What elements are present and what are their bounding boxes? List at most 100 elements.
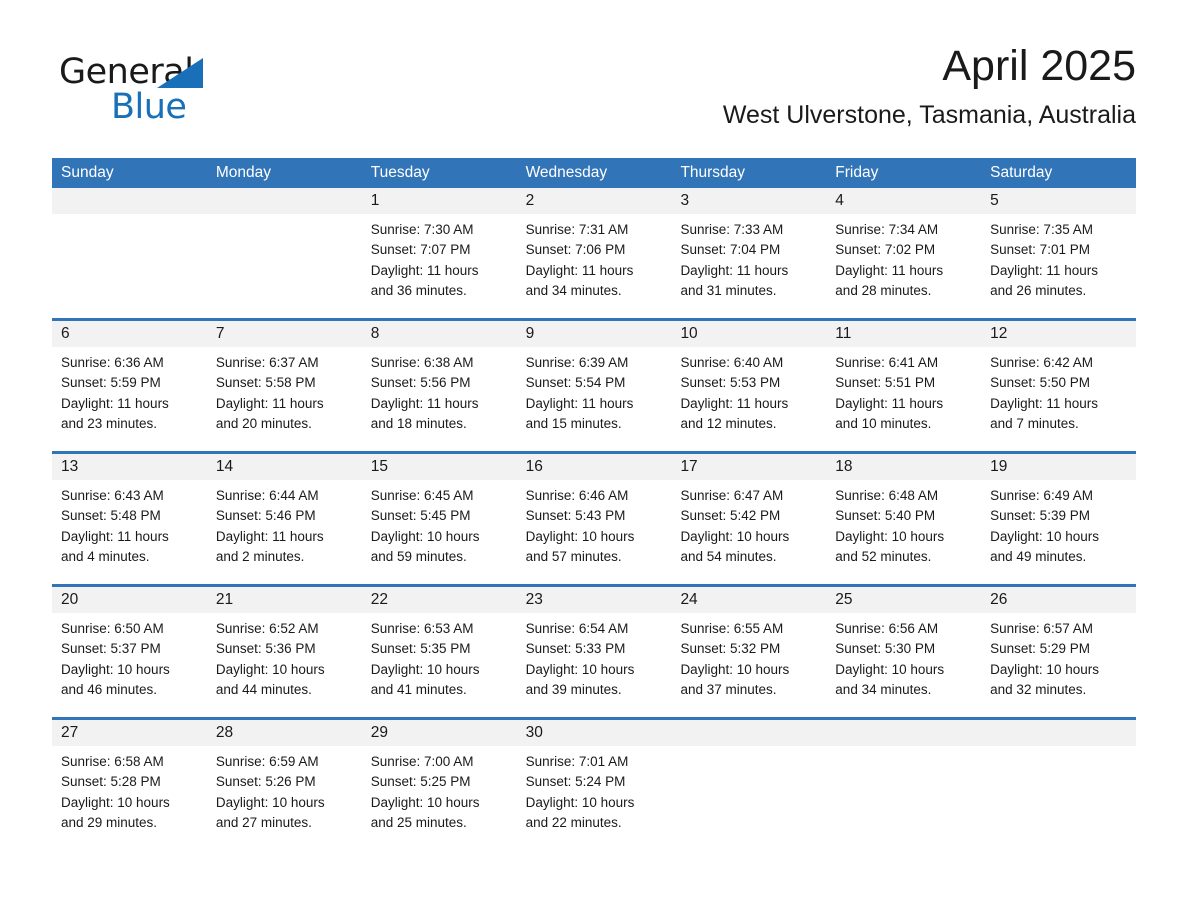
sunrise-text: Sunrise: 6:44 AM	[215, 488, 319, 503]
day-detail-band: Sunrise: 6:43 AM Sunset: 5:48 PM Dayligh…	[52, 480, 1136, 584]
sunrise-text: Sunrise: 6:45 AM	[370, 488, 474, 503]
day-cell[interactable]	[981, 746, 1136, 850]
daylight-text-line2: and 39 minutes.	[525, 682, 622, 698]
daylight-text-line1: Daylight: 11 hours	[835, 262, 944, 278]
day-cell[interactable]: Sunrise: 6:47 AM Sunset: 5:42 PM Dayligh…	[671, 480, 826, 584]
daylight-text-line2: and 54 minutes.	[680, 549, 777, 565]
day-cell[interactable]: Sunrise: 6:57 AM Sunset: 5:29 PM Dayligh…	[981, 613, 1136, 717]
day-cell[interactable]: Sunrise: 6:56 AM Sunset: 5:30 PM Dayligh…	[826, 613, 981, 717]
day-cell[interactable]: Sunrise: 6:42 AM Sunset: 5:50 PM Dayligh…	[981, 347, 1136, 451]
day-cell[interactable]	[207, 214, 362, 318]
daylight-text-line2: and 20 minutes.	[215, 416, 312, 432]
daylight-text-line2: and 57 minutes.	[525, 549, 622, 565]
sunrise-text: Sunrise: 6:57 AM	[990, 621, 1093, 636]
day-number: 21	[215, 591, 234, 608]
day-cell[interactable]: Sunrise: 6:44 AM Sunset: 5:46 PM Dayligh…	[207, 480, 362, 584]
day-cell[interactable]: Sunrise: 7:33 AM Sunset: 7:04 PM Dayligh…	[671, 214, 826, 318]
day-cell[interactable]: Sunrise: 6:37 AM Sunset: 5:58 PM Dayligh…	[207, 347, 362, 451]
day-number: 1	[370, 192, 380, 209]
day-cell[interactable]: Sunrise: 6:49 AM Sunset: 5:39 PM Dayligh…	[981, 480, 1136, 584]
day-cell[interactable]: Sunrise: 6:50 AM Sunset: 5:37 PM Dayligh…	[52, 613, 207, 717]
daylight-text-line2: and 46 minutes.	[61, 682, 158, 698]
sunrise-text: Sunrise: 6:50 AM	[61, 621, 164, 636]
sunset-text: Sunset: 5:42 PM	[680, 508, 781, 524]
daylight-text-line2: and 41 minutes.	[370, 682, 467, 698]
sunrise-text: Sunrise: 6:52 AM	[215, 621, 319, 636]
daylight-text-line1: Daylight: 11 hours	[990, 262, 1098, 278]
sunrise-text: Sunrise: 6:58 AM	[61, 754, 164, 769]
day-number	[826, 720, 981, 746]
weekday-header-row: Sunday Monday Tuesday Wednesday Thursday…	[52, 158, 1136, 188]
day-cell[interactable]: Sunrise: 6:52 AM Sunset: 5:36 PM Dayligh…	[207, 613, 362, 717]
weekday-header-wednesday: Wednesday	[525, 164, 608, 181]
sunrise-text: Sunrise: 6:54 AM	[525, 621, 629, 636]
day-cell[interactable]: Sunrise: 7:00 AM Sunset: 5:25 PM Dayligh…	[362, 746, 517, 850]
day-cell[interactable]: Sunrise: 6:43 AM Sunset: 5:48 PM Dayligh…	[52, 480, 207, 584]
day-cell[interactable]: Sunrise: 7:01 AM Sunset: 5:24 PM Dayligh…	[517, 746, 672, 850]
day-cell[interactable]: Sunrise: 6:48 AM Sunset: 5:40 PM Dayligh…	[826, 480, 981, 584]
daylight-text-line1: Daylight: 11 hours	[370, 262, 479, 278]
day-cell[interactable]: Sunrise: 6:55 AM Sunset: 5:32 PM Dayligh…	[671, 613, 826, 717]
day-cell[interactable]: Sunrise: 7:31 AM Sunset: 7:06 PM Dayligh…	[517, 214, 672, 318]
day-cell[interactable]: Sunrise: 6:46 AM Sunset: 5:43 PM Dayligh…	[517, 480, 672, 584]
daylight-text-line1: Daylight: 10 hours	[370, 794, 480, 810]
sunset-text: Sunset: 7:01 PM	[990, 242, 1090, 258]
day-cell[interactable]: Sunrise: 6:40 AM Sunset: 5:53 PM Dayligh…	[671, 347, 826, 451]
daylight-text-line1: Daylight: 10 hours	[680, 528, 790, 544]
day-cell[interactable]: Sunrise: 7:35 AM Sunset: 7:01 PM Dayligh…	[981, 214, 1136, 318]
sunset-text: Sunset: 5:32 PM	[680, 641, 781, 657]
general-blue-logo: General Blue	[59, 52, 289, 132]
day-cell[interactable]: Sunrise: 6:54 AM Sunset: 5:33 PM Dayligh…	[517, 613, 672, 717]
daylight-text-line1: Daylight: 10 hours	[215, 661, 325, 677]
sunrise-text: Sunrise: 7:33 AM	[680, 222, 784, 237]
daylight-text-line1: Daylight: 11 hours	[215, 395, 324, 411]
sunset-text: Sunset: 5:36 PM	[215, 641, 316, 657]
daylight-text-line2: and 37 minutes.	[680, 682, 777, 698]
day-number: 27	[61, 724, 79, 741]
sunset-text: Sunset: 5:58 PM	[215, 375, 316, 391]
daylight-text-line2: and 36 minutes.	[370, 283, 467, 299]
day-number: 13	[61, 458, 79, 475]
daylight-text-line1: Daylight: 10 hours	[525, 528, 635, 544]
day-number: 3	[680, 192, 690, 209]
day-number: 26	[990, 591, 1008, 608]
daylight-text-line2: and 32 minutes.	[990, 682, 1087, 698]
sunset-text: Sunset: 7:06 PM	[525, 242, 626, 258]
sunrise-text: Sunrise: 6:59 AM	[215, 754, 319, 769]
weekday-header-friday: Friday	[835, 164, 879, 181]
sunset-text: Sunset: 5:28 PM	[61, 774, 161, 790]
day-cell[interactable]: Sunrise: 6:59 AM Sunset: 5:26 PM Dayligh…	[207, 746, 362, 850]
day-cell[interactable]: Sunrise: 6:41 AM Sunset: 5:51 PM Dayligh…	[826, 347, 981, 451]
daylight-text-line1: Daylight: 10 hours	[370, 661, 480, 677]
daylight-text-line2: and 28 minutes.	[835, 283, 932, 299]
day-cell[interactable]: Sunrise: 6:45 AM Sunset: 5:45 PM Dayligh…	[362, 480, 517, 584]
day-cell[interactable]	[671, 746, 826, 850]
day-number-band: 1 2 3 4 5	[52, 188, 1136, 214]
day-cell[interactable]: Sunrise: 7:30 AM Sunset: 7:07 PM Dayligh…	[362, 214, 517, 318]
sunrise-text: Sunrise: 6:49 AM	[990, 488, 1093, 503]
daylight-text-line1: Daylight: 10 hours	[680, 661, 790, 677]
sunrise-text: Sunrise: 7:00 AM	[370, 754, 474, 769]
day-cell[interactable]: Sunrise: 6:39 AM Sunset: 5:54 PM Dayligh…	[517, 347, 672, 451]
day-cell[interactable]: Sunrise: 6:38 AM Sunset: 5:56 PM Dayligh…	[362, 347, 517, 451]
day-cell[interactable]	[52, 214, 207, 318]
daylight-text-line2: and 18 minutes.	[370, 416, 467, 432]
sunset-text: Sunset: 5:59 PM	[61, 375, 161, 391]
day-cell[interactable]: Sunrise: 6:36 AM Sunset: 5:59 PM Dayligh…	[52, 347, 207, 451]
sunset-text: Sunset: 5:29 PM	[990, 641, 1090, 657]
daylight-text-line1: Daylight: 10 hours	[835, 528, 945, 544]
day-cell[interactable]: Sunrise: 6:58 AM Sunset: 5:28 PM Dayligh…	[52, 746, 207, 850]
day-cell[interactable]	[826, 746, 981, 850]
day-number: 5	[990, 192, 999, 209]
daylight-text-line2: and 26 minutes.	[990, 283, 1087, 299]
sunrise-text: Sunrise: 6:48 AM	[835, 488, 939, 503]
day-cell[interactable]: Sunrise: 7:34 AM Sunset: 7:02 PM Dayligh…	[826, 214, 981, 318]
logo-text-blue: Blue	[111, 87, 187, 127]
daylight-text-line2: and 52 minutes.	[835, 549, 932, 565]
sunrise-text: Sunrise: 6:56 AM	[835, 621, 939, 636]
sunset-text: Sunset: 5:48 PM	[61, 508, 161, 524]
day-number: 12	[990, 325, 1008, 342]
day-detail-band: Sunrise: 6:58 AM Sunset: 5:28 PM Dayligh…	[52, 746, 1136, 850]
day-cell[interactable]: Sunrise: 6:53 AM Sunset: 5:35 PM Dayligh…	[362, 613, 517, 717]
daylight-text-line2: and 10 minutes.	[835, 416, 932, 432]
